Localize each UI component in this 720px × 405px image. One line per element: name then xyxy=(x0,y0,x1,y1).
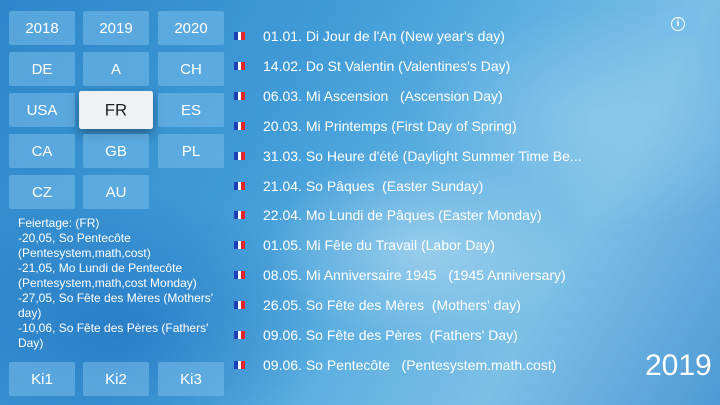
info-icon: i xyxy=(671,17,685,31)
list-item[interactable]: 01.01. Di Jour de l'An (New year's day) xyxy=(234,24,594,48)
country-button-fr[interactable]: FR xyxy=(79,90,153,130)
list-item[interactable]: 08.05. Mi Anniversaire 1945 (1945 Annive… xyxy=(234,263,594,287)
list-item[interactable]: 09.06. So Pentecôte (Pentesystem.math.co… xyxy=(234,353,594,377)
holiday-note: -10,06, So Fête des Pères (Fathers' Day) xyxy=(18,321,209,350)
country-button-es[interactable]: ES xyxy=(158,93,224,127)
year-button-2018[interactable]: 2018 xyxy=(9,11,75,45)
french-flag-icon xyxy=(234,182,246,190)
holiday-notes: Feiertage: (FR) -20,05, So Pentecôte (Pe… xyxy=(18,216,223,351)
french-flag-icon xyxy=(234,122,246,130)
french-flag-icon xyxy=(234,32,246,40)
list-item[interactable]: 06.03. Mi Ascension (Ascension Day) xyxy=(234,84,594,108)
country-button-de[interactable]: DE xyxy=(9,52,75,86)
list-item[interactable]: 20.03. Mi Printemps (First Day of Spring… xyxy=(234,114,594,138)
french-flag-icon xyxy=(234,301,246,309)
year-button-2020[interactable]: 2020 xyxy=(158,11,224,45)
french-flag-icon xyxy=(234,152,246,160)
country-button-pl[interactable]: PL xyxy=(158,134,224,168)
french-flag-icon xyxy=(234,62,246,70)
list-item[interactable]: 14.02. Do St Valentin (Valentines's Day) xyxy=(234,54,594,78)
country-button-au[interactable]: AU xyxy=(83,175,149,209)
holiday-notes-title: Feiertage: (FR) xyxy=(18,216,100,230)
french-flag-icon xyxy=(234,92,246,100)
country-button-ch[interactable]: CH xyxy=(158,52,224,86)
french-flag-icon xyxy=(234,271,246,279)
holiday-note: -27,05, So Fête des Mères (Mothers' day) xyxy=(18,291,214,320)
current-year: 2019 xyxy=(645,349,712,382)
ki1-button[interactable]: Ki1 xyxy=(9,362,75,396)
country-button-usa[interactable]: USA xyxy=(9,93,75,127)
list-item[interactable]: 22.04. Mo Lundi de Pâques (Easter Monday… xyxy=(234,203,594,227)
french-flag-icon xyxy=(234,331,246,339)
country-button-ca[interactable]: CA xyxy=(9,134,75,168)
list-item[interactable]: 31.03. So Heure d'été (Daylight Summer T… xyxy=(234,144,594,168)
info-button[interactable]: i xyxy=(656,10,700,38)
list-item[interactable]: 26.05. So Fête des Mères (Mothers' day) xyxy=(234,293,594,317)
ki2-button[interactable]: Ki2 xyxy=(83,362,149,396)
holiday-note: -20,05, So Pentecôte (Pentesystem,math,c… xyxy=(18,231,151,260)
year-button-2019[interactable]: 2019 xyxy=(83,11,149,45)
list-item[interactable]: 01.05. Mi Fête du Travail (Labor Day) xyxy=(234,233,594,257)
country-button-cz[interactable]: CZ xyxy=(9,175,75,209)
holiday-note: -21,05, Mo Lundi de Pentecôte (Pentesyst… xyxy=(18,261,197,290)
country-button-a[interactable]: A xyxy=(83,52,149,86)
list-item[interactable]: 09.06. So Fête des Pères (Fathers' Day) xyxy=(234,323,594,347)
french-flag-icon xyxy=(234,361,246,369)
country-button-gb[interactable]: GB xyxy=(83,134,149,168)
french-flag-icon xyxy=(234,211,246,219)
list-item[interactable]: 21.04. So Pâques (Easter Sunday) xyxy=(234,174,594,198)
ki3-button[interactable]: Ki3 xyxy=(158,362,224,396)
french-flag-icon xyxy=(234,241,246,249)
